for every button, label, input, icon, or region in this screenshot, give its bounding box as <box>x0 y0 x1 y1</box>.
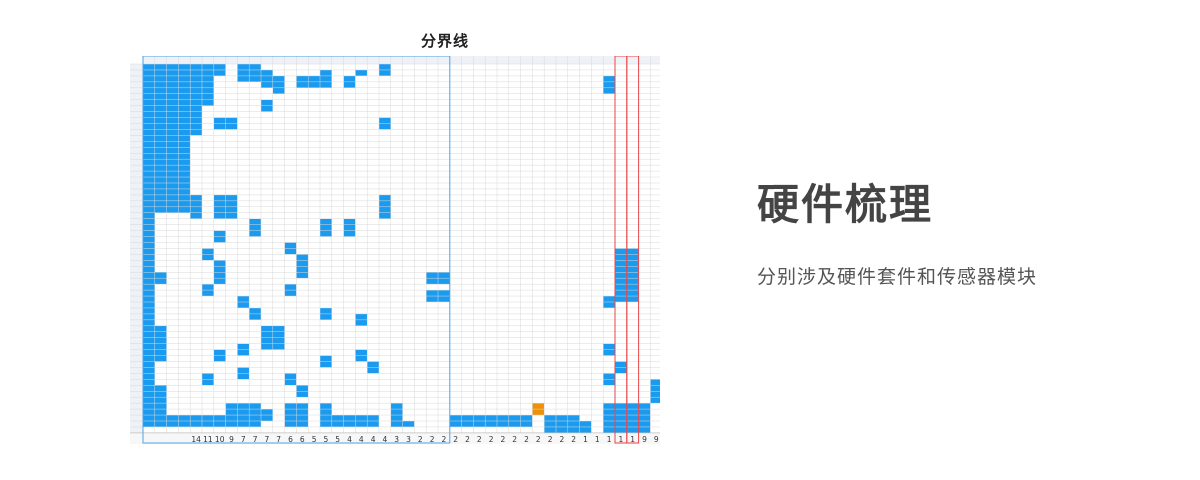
filled-cell <box>261 69 273 88</box>
column-header-strip <box>143 56 660 64</box>
filled-cell <box>143 307 155 314</box>
summary-count: 9 <box>654 435 659 444</box>
matrix-title: 分界线 <box>420 32 469 50</box>
filled-cell <box>272 75 285 94</box>
summary-count: 2 <box>560 435 565 444</box>
filled-cell <box>143 272 155 279</box>
summary-count: 2 <box>489 435 494 444</box>
filled-cell <box>143 230 155 237</box>
filled-cell <box>143 391 155 398</box>
hardware-matrix: 14 11 10 9 7 7 7 7 6 6 5 5 5 4 4 4 4 3 3 2 2 2 2 2 2 2 2 2 2 2 2 2 2 1 1 1 1… <box>130 56 660 444</box>
section-title: 硬件梳理 <box>757 180 934 229</box>
filled-cell <box>143 385 155 392</box>
filled-cell <box>143 313 155 320</box>
filled-cell <box>320 218 332 237</box>
filled-cell <box>143 266 155 273</box>
filled-cell <box>143 248 155 255</box>
summary-count: 2 <box>536 435 541 444</box>
filled-cell <box>143 325 155 332</box>
summary-count: 2 <box>512 435 517 444</box>
filled-cell <box>143 361 155 368</box>
filled-cell <box>143 337 155 344</box>
filled-cell <box>143 397 155 404</box>
summary-count: 2 <box>477 435 482 444</box>
filled-cell <box>143 343 155 350</box>
filled-cell <box>143 296 155 302</box>
summary-count: 2 <box>524 435 529 444</box>
filled-cell <box>402 421 415 427</box>
summary-count: 1 <box>583 435 588 444</box>
filled-cell <box>143 373 155 380</box>
filled-cell <box>249 218 261 237</box>
filled-cell <box>143 349 155 356</box>
filled-cell <box>143 278 155 285</box>
filled-cell <box>355 69 368 76</box>
summary-count: 2 <box>453 435 458 444</box>
section-description: 分别涉及硬件套件和传感器模块 <box>757 266 1038 288</box>
filled-cell <box>143 260 155 267</box>
filled-cell <box>143 379 155 386</box>
filled-cell <box>143 218 155 225</box>
summary-count: 1 <box>595 435 600 444</box>
filled-cell <box>143 290 155 297</box>
filled-cell <box>544 415 580 433</box>
filled-cell <box>143 331 155 338</box>
filled-cell <box>143 367 155 374</box>
filled-cell <box>343 218 356 237</box>
matrix-grid: 14 11 10 9 7 7 7 7 6 6 5 5 5 4 4 4 4 3 3 2 2 2 2 2 2 2 2 2 2 2 2 2 2 1 1 1 1… <box>130 56 660 444</box>
filled-cell <box>143 254 155 261</box>
slide: 分界线 14 11 10 9 7 7 7 7 6 6 5 5 5 4 4 4 4 3 3 2 2 2 2 2 2 2 2 2 2 2 2 2 2… <box>0 0 1200 480</box>
summary-count: 9 <box>642 435 647 444</box>
filled-cell <box>603 75 615 94</box>
filled-cell <box>143 284 155 291</box>
filled-cell <box>143 224 155 231</box>
summary-count: 2 <box>571 435 576 444</box>
filled-cell <box>143 355 155 362</box>
filled-cell <box>143 236 155 243</box>
filled-cell <box>143 302 155 308</box>
filled-cell <box>190 105 202 136</box>
summary-count: 2 <box>548 435 553 444</box>
filled-cell <box>320 69 332 88</box>
filled-cell <box>143 242 155 249</box>
summary-count: 2 <box>501 435 506 444</box>
summary-count: 1 <box>607 435 612 444</box>
filled-cell <box>143 212 155 219</box>
filled-cell <box>143 319 155 326</box>
summary-count: 2 <box>465 435 470 444</box>
